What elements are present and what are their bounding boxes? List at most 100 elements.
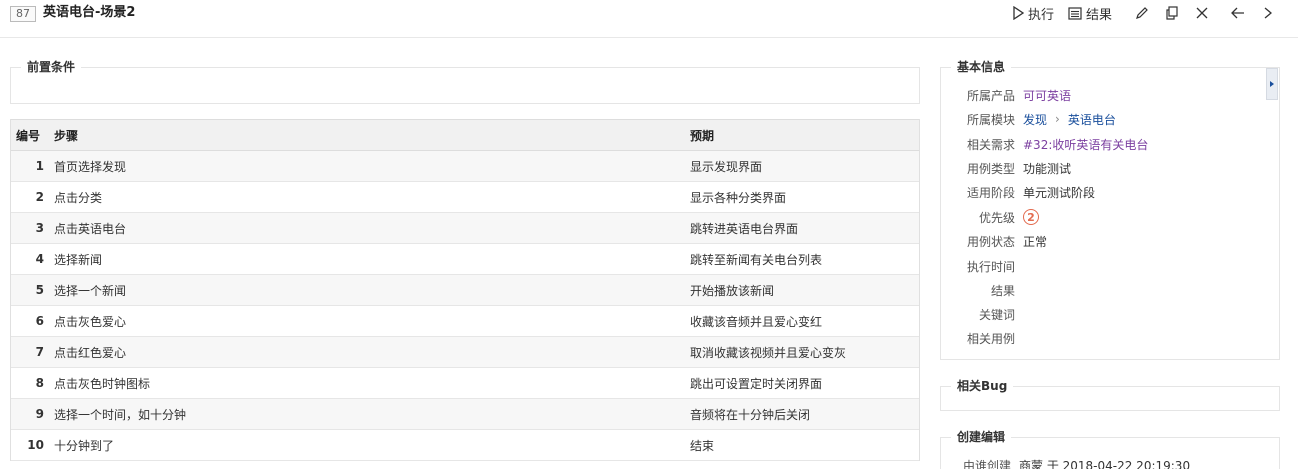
- step-text: 点击红色爱心: [50, 336, 686, 368]
- header-no: 编号: [10, 119, 50, 151]
- table-row: 4 选择新闻 跳转至新闻有关电台列表: [10, 243, 920, 275]
- step-no: 9: [10, 398, 50, 430]
- step-no: 7: [10, 336, 50, 368]
- play-icon: [1013, 6, 1024, 20]
- step-no: 2: [10, 181, 50, 213]
- next-button[interactable]: [1258, 3, 1278, 23]
- step-expect: 结束: [686, 429, 920, 461]
- arrow-left-icon: [1231, 7, 1244, 19]
- status-label: 用例状态: [966, 234, 1015, 249]
- step-text: 选择新闻: [50, 243, 686, 275]
- module-child-link[interactable]: 英语电台: [1068, 111, 1116, 128]
- info-row-exec-time: 执行时间: [940, 254, 1280, 278]
- type-label: 用例类型: [966, 161, 1015, 176]
- step-expect: 音频将在十分钟后关闭: [686, 398, 920, 430]
- run-label: 执行: [1027, 7, 1054, 23]
- info-row-product: 所属产品 可可英语: [940, 83, 1280, 107]
- step-no: 4: [10, 243, 50, 275]
- module-parent-link[interactable]: 发现: [1023, 111, 1047, 128]
- delete-button[interactable]: [1192, 3, 1212, 23]
- table-row: 6 点击灰色爱心 收藏该音频并且爱心变红: [10, 305, 920, 337]
- create-edit-legend: 创建编辑: [951, 429, 1012, 445]
- steps-header-row: 编号 步骤 预期: [10, 119, 920, 151]
- pencil-icon: [1136, 7, 1148, 19]
- toolbar: 执行 结果: [998, 2, 1278, 24]
- step-text: 点击英语电台: [50, 212, 686, 244]
- related-bug-legend: 相关Bug: [951, 378, 1014, 394]
- step-text: 十分钟到了: [50, 429, 686, 461]
- header-expect: 预期: [686, 119, 920, 151]
- case-id-badge: 87: [10, 6, 36, 22]
- table-row: 7 点击红色爱心 取消收藏该视频并且爱心变灰: [10, 336, 920, 368]
- step-text: 选择一个时间，如十分钟: [50, 398, 686, 430]
- info-row-related-cases: 相关用例: [940, 326, 1280, 350]
- close-icon: [1196, 7, 1208, 19]
- copy-button[interactable]: [1162, 3, 1182, 23]
- basic-info-legend: 基本信息: [951, 59, 1012, 75]
- copy-icon: [1166, 6, 1178, 20]
- step-expect: 收藏该音频并且爱心变红: [686, 305, 920, 337]
- info-row-creator: 由谁创建 商蒙 于 2018-04-22 20:19:30: [936, 453, 1276, 469]
- stage-value: 单元测试阶段: [1023, 185, 1096, 200]
- info-row-stage: 适用阶段 单元测试阶段: [940, 180, 1280, 204]
- step-text: 点击分类: [50, 181, 686, 213]
- exec-time-label: 执行时间: [966, 259, 1015, 274]
- step-text: 点击灰色爱心: [50, 305, 686, 337]
- chevron-right-icon: [1264, 7, 1272, 19]
- related-bug-section: 相关Bug: [940, 378, 1280, 411]
- table-row: 2 点击分类 显示各种分类界面: [10, 181, 920, 213]
- result-label: 结果: [990, 283, 1015, 298]
- step-no: 3: [10, 212, 50, 244]
- step-expect: 跳出可设置定时关闭界面: [686, 367, 920, 399]
- step-no: 1: [10, 150, 50, 182]
- back-button[interactable]: [1228, 3, 1248, 23]
- edit-button[interactable]: [1132, 3, 1152, 23]
- stage-label: 适用阶段: [966, 185, 1015, 200]
- story-link[interactable]: #32:收听英语有关电台: [1023, 136, 1148, 153]
- step-text: 首页选择发现: [50, 150, 686, 182]
- result-label: 结果: [1085, 7, 1112, 23]
- step-no: 5: [10, 274, 50, 306]
- info-row-status: 用例状态 正常: [940, 229, 1280, 253]
- step-text: 选择一个新闻: [50, 274, 686, 306]
- product-label: 所属产品: [966, 88, 1015, 103]
- table-row: 3 点击英语电台 跳转进英语电台界面: [10, 212, 920, 244]
- info-row-keywords: 关键词: [940, 302, 1280, 326]
- table-row: 9 选择一个时间，如十分钟 音频将在十分钟后关闭: [10, 398, 920, 430]
- info-row-story: 相关需求 #32:收听英语有关电台: [940, 132, 1280, 156]
- table-row: 8 点击灰色时钟图标 跳出可设置定时关闭界面: [10, 367, 920, 399]
- status-value: 正常: [1023, 234, 1048, 249]
- story-label: 相关需求: [966, 137, 1015, 152]
- info-row-result: 结果: [940, 278, 1280, 302]
- header-step: 步骤: [50, 119, 686, 151]
- product-link[interactable]: 可可英语: [1023, 87, 1071, 104]
- step-no: 10: [10, 429, 50, 461]
- steps-table: 编号 步骤 预期 1 首页选择发现 显示发现界面 2 点击分类 显示各种分类界面 3 点击…: [10, 119, 920, 461]
- precondition-legend: 前置条件: [21, 59, 82, 75]
- creator-value: 商蒙 于 2018-04-22 20:19:30: [1019, 458, 1191, 469]
- result-button[interactable]: 结果: [1068, 4, 1112, 23]
- step-expect: 显示发现界面: [686, 150, 920, 182]
- run-button[interactable]: 执行: [1012, 4, 1054, 23]
- step-no: 6: [10, 305, 50, 337]
- step-expect: 取消收藏该视频并且爱心变灰: [686, 336, 920, 368]
- keywords-label: 关键词: [978, 307, 1015, 322]
- page-title: 英语电台-场景2: [43, 5, 136, 20]
- page-header: 87 英语电台-场景2 执行 结果: [0, 0, 1298, 38]
- chevron-right-icon: ›: [1055, 112, 1060, 126]
- table-row: 10 十分钟到了 结束: [10, 429, 920, 461]
- step-expect: 跳转至新闻有关电台列表: [686, 243, 920, 275]
- table-row: 5 选择一个新闻 开始播放该新闻: [10, 274, 920, 306]
- type-value: 功能测试: [1023, 161, 1072, 176]
- step-no: 8: [10, 367, 50, 399]
- list-icon: [1068, 6, 1082, 20]
- step-text: 点击灰色时钟图标: [50, 367, 686, 399]
- table-row: 1 首页选择发现 显示发现界面: [10, 150, 920, 182]
- related-cases-label: 相关用例: [966, 331, 1015, 346]
- step-expect: 开始播放该新闻: [686, 274, 920, 306]
- module-label: 所属模块: [966, 112, 1015, 127]
- priority-label: 优先级: [978, 210, 1015, 225]
- creator-label: 由谁创建: [962, 458, 1011, 469]
- info-row-type: 用例类型 功能测试: [940, 156, 1280, 180]
- step-expect: 跳转进英语电台界面: [686, 212, 920, 244]
